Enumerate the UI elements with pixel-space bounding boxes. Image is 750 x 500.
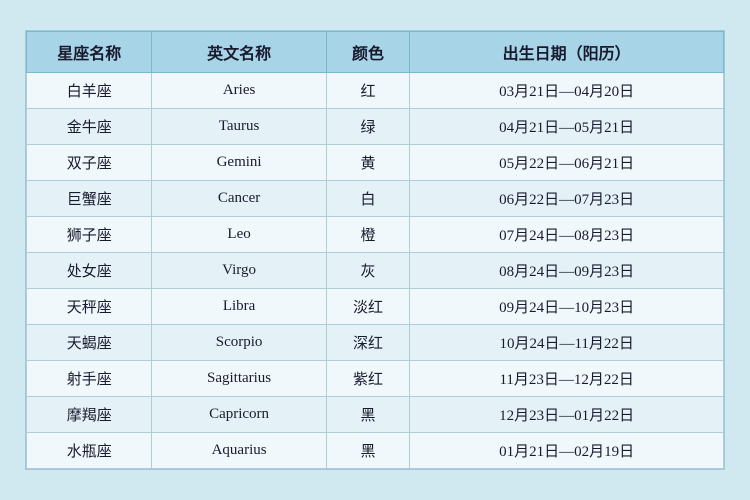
cell-color: 深红 xyxy=(326,325,410,361)
table-row: 白羊座Aries红03月21日—04月20日 xyxy=(27,73,724,109)
table-header-row: 星座名称 英文名称 颜色 出生日期（阳历） xyxy=(27,32,724,73)
zodiac-table: 星座名称 英文名称 颜色 出生日期（阳历） 白羊座Aries红03月21日—04… xyxy=(26,31,724,469)
cell-chinese: 双子座 xyxy=(27,145,152,181)
table-row: 摩羯座Capricorn黑12月23日—01月22日 xyxy=(27,397,724,433)
cell-english: Cancer xyxy=(152,181,326,217)
cell-chinese: 射手座 xyxy=(27,361,152,397)
cell-date: 11月23日—12月22日 xyxy=(410,361,724,397)
cell-english: Aries xyxy=(152,73,326,109)
header-chinese: 星座名称 xyxy=(27,32,152,73)
cell-color: 橙 xyxy=(326,217,410,253)
cell-chinese: 白羊座 xyxy=(27,73,152,109)
cell-date: 03月21日—04月20日 xyxy=(410,73,724,109)
cell-english: Capricorn xyxy=(152,397,326,433)
header-date: 出生日期（阳历） xyxy=(410,32,724,73)
table-row: 水瓶座Aquarius黑01月21日—02月19日 xyxy=(27,433,724,469)
table-row: 金牛座Taurus绿04月21日—05月21日 xyxy=(27,109,724,145)
cell-chinese: 水瓶座 xyxy=(27,433,152,469)
cell-color: 黄 xyxy=(326,145,410,181)
cell-color: 黑 xyxy=(326,397,410,433)
cell-chinese: 天秤座 xyxy=(27,289,152,325)
table-row: 射手座Sagittarius紫红11月23日—12月22日 xyxy=(27,361,724,397)
cell-english: Taurus xyxy=(152,109,326,145)
cell-date: 07月24日—08月23日 xyxy=(410,217,724,253)
cell-english: Virgo xyxy=(152,253,326,289)
table-body: 白羊座Aries红03月21日—04月20日金牛座Taurus绿04月21日—0… xyxy=(27,73,724,469)
cell-chinese: 金牛座 xyxy=(27,109,152,145)
table-row: 双子座Gemini黄05月22日—06月21日 xyxy=(27,145,724,181)
cell-chinese: 摩羯座 xyxy=(27,397,152,433)
header-color: 颜色 xyxy=(326,32,410,73)
table-row: 天蝎座Scorpio深红10月24日—11月22日 xyxy=(27,325,724,361)
cell-color: 紫红 xyxy=(326,361,410,397)
table-row: 巨蟹座Cancer白06月22日—07月23日 xyxy=(27,181,724,217)
cell-color: 黑 xyxy=(326,433,410,469)
cell-color: 绿 xyxy=(326,109,410,145)
cell-date: 05月22日—06月21日 xyxy=(410,145,724,181)
cell-chinese: 狮子座 xyxy=(27,217,152,253)
header-english: 英文名称 xyxy=(152,32,326,73)
cell-chinese: 巨蟹座 xyxy=(27,181,152,217)
cell-english: Sagittarius xyxy=(152,361,326,397)
cell-english: Gemini xyxy=(152,145,326,181)
table-row: 天秤座Libra淡红09月24日—10月23日 xyxy=(27,289,724,325)
cell-date: 06月22日—07月23日 xyxy=(410,181,724,217)
cell-date: 12月23日—01月22日 xyxy=(410,397,724,433)
cell-english: Leo xyxy=(152,217,326,253)
cell-english: Libra xyxy=(152,289,326,325)
table-row: 处女座Virgo灰08月24日—09月23日 xyxy=(27,253,724,289)
cell-color: 灰 xyxy=(326,253,410,289)
cell-date: 10月24日—11月22日 xyxy=(410,325,724,361)
cell-color: 红 xyxy=(326,73,410,109)
table-row: 狮子座Leo橙07月24日—08月23日 xyxy=(27,217,724,253)
cell-date: 01月21日—02月19日 xyxy=(410,433,724,469)
cell-chinese: 天蝎座 xyxy=(27,325,152,361)
cell-english: Scorpio xyxy=(152,325,326,361)
zodiac-table-container: 星座名称 英文名称 颜色 出生日期（阳历） 白羊座Aries红03月21日—04… xyxy=(25,30,725,470)
cell-color: 淡红 xyxy=(326,289,410,325)
cell-date: 09月24日—10月23日 xyxy=(410,289,724,325)
cell-english: Aquarius xyxy=(152,433,326,469)
cell-chinese: 处女座 xyxy=(27,253,152,289)
cell-color: 白 xyxy=(326,181,410,217)
cell-date: 08月24日—09月23日 xyxy=(410,253,724,289)
cell-date: 04月21日—05月21日 xyxy=(410,109,724,145)
